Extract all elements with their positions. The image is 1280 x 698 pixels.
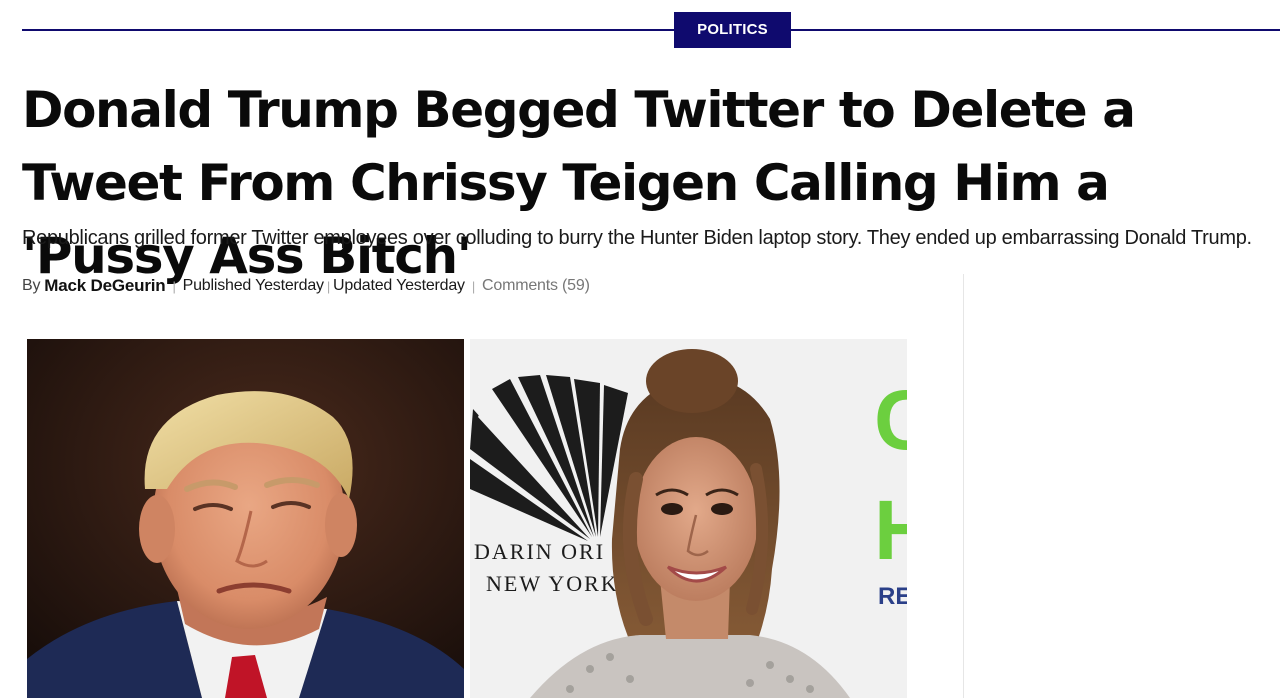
backdrop-green-letter-h: H: [874, 483, 907, 577]
donald-trump-illustration: [27, 339, 464, 698]
category-tag-politics[interactable]: POLITICS: [674, 12, 791, 48]
byline-prefix: By: [22, 277, 41, 294]
updated-date: Updated Yesterday: [333, 277, 465, 294]
backdrop-green-text: RE: [878, 583, 907, 610]
article-page: POLITICS Donald Trump Begged Twitter to …: [0, 0, 1280, 698]
backdrop-text-2: NEW YORK: [486, 571, 619, 596]
backdrop-text-1: DARIN ORI: [474, 539, 605, 564]
sidebar-divider: [963, 274, 964, 698]
chrissy-teigen-photo: DARIN ORI NEW YORK C H RE: [470, 339, 907, 698]
category-header: POLITICS: [22, 12, 1280, 48]
backdrop-green-letter-c: C: [874, 373, 907, 467]
article-headline: Donald Trump Begged Twitter to Delete a …: [22, 81, 1136, 285]
article-subheadline: Republicans grilled former Twitter emplo…: [22, 227, 1252, 249]
byline-separator: |: [172, 278, 176, 294]
donald-trump-photo: [27, 339, 464, 698]
byline-separator: |: [471, 278, 476, 294]
byline: By Mack DeGeurin | Published Yesterday |…: [22, 274, 590, 298]
byline-separator: |: [326, 278, 331, 294]
chrissy-teigen-illustration: DARIN ORI NEW YORK C H RE: [470, 339, 907, 698]
published-date: Published Yesterday: [182, 277, 324, 294]
author-link[interactable]: Mack DeGeurin: [44, 276, 165, 296]
comments-link[interactable]: Comments (59): [482, 277, 590, 295]
category-rule: [22, 29, 1280, 31]
